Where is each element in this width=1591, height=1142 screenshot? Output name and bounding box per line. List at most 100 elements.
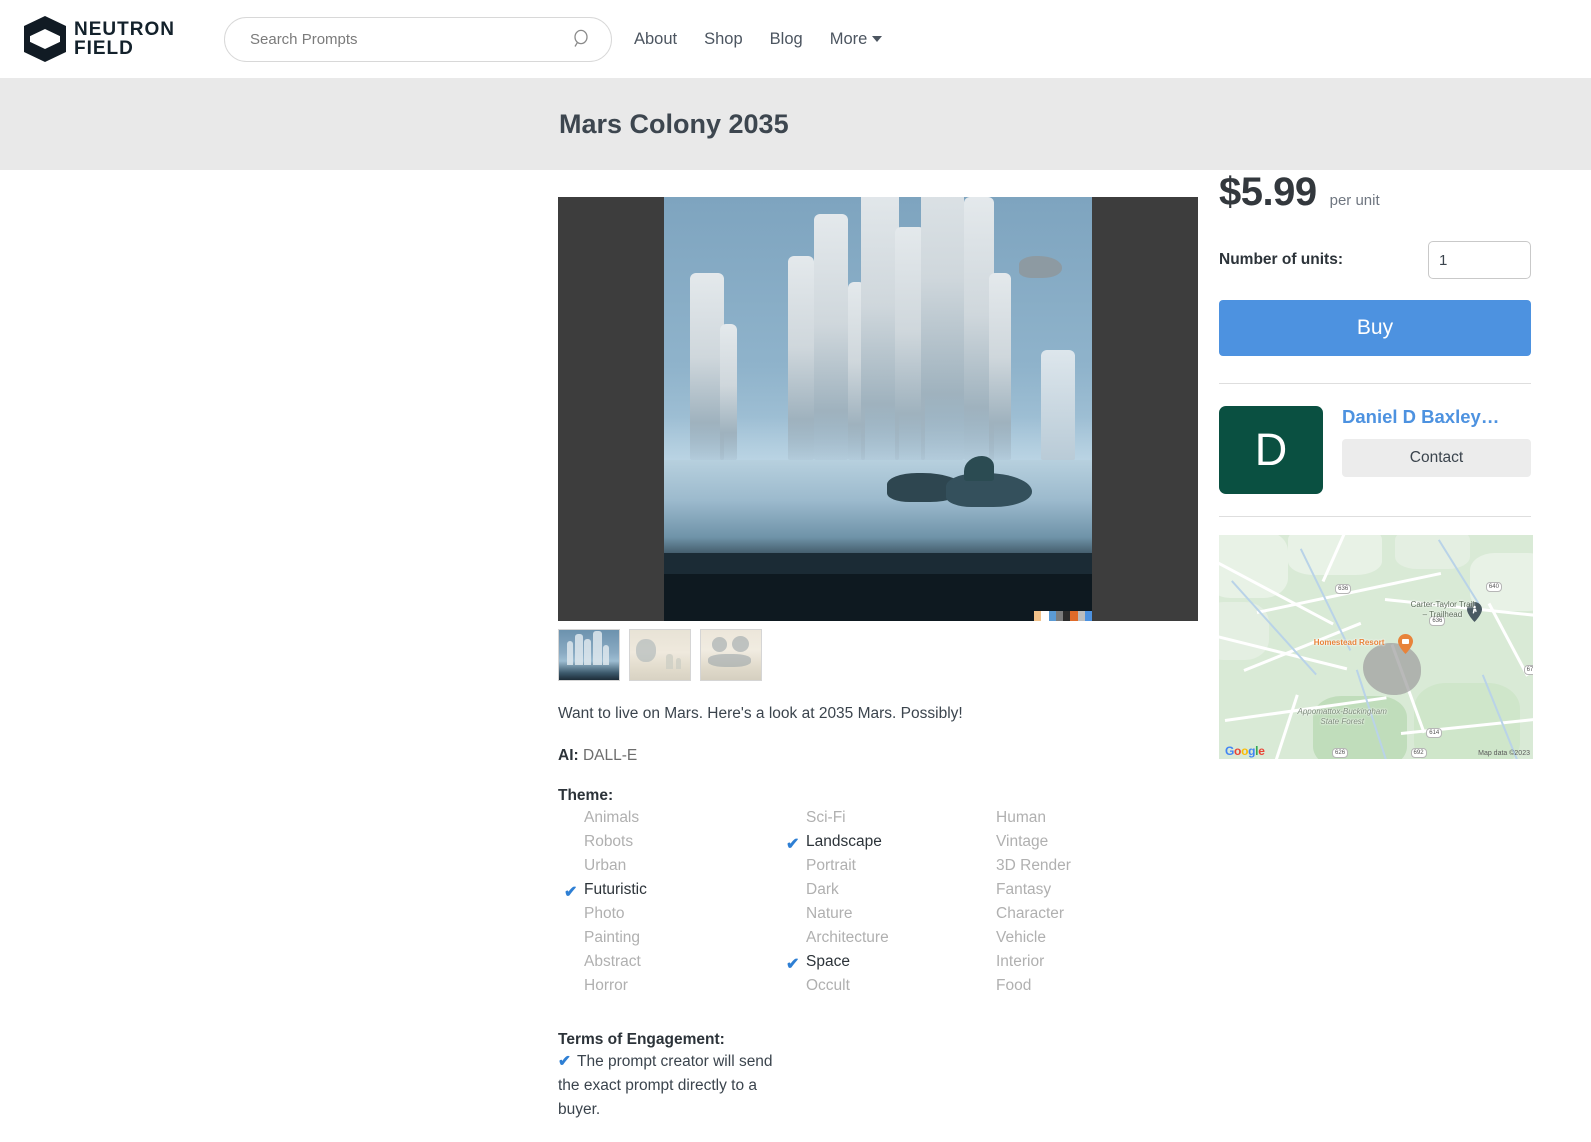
- resort-map-pin-icon[interactable]: [1398, 634, 1413, 654]
- theme-label: Vintage: [996, 833, 1048, 851]
- chevron-down-icon: [872, 36, 882, 42]
- map-attribution: Map data ©2023: [1478, 750, 1530, 757]
- seller-location-map[interactable]: 636 640 636 614 626 692 674 Homestead Re…: [1219, 535, 1533, 759]
- theme-item-dark[interactable]: ✔Dark: [780, 881, 970, 905]
- theme-item-urban[interactable]: ✔Urban: [558, 857, 780, 881]
- map-route-shield: 614: [1426, 728, 1442, 738]
- map-route-shield: 640: [1486, 582, 1502, 592]
- nav-links: About Shop Blog More: [634, 30, 882, 49]
- theme-column-2: ✔Sci-Fi ✔ Landscape ✔Portrait ✔Dark ✔Natu…: [780, 809, 970, 1001]
- terms-body: ✔The prompt creator will send the exact …: [558, 1050, 774, 1122]
- nav-link-shop-label: Shop: [704, 30, 743, 48]
- theme-item-animals[interactable]: ✔Animals: [558, 809, 780, 833]
- theme-item-vehicle[interactable]: ✔Vehicle: [970, 929, 1192, 953]
- thumbnail-strip: [558, 629, 1198, 681]
- theme-label: Futuristic: [584, 881, 647, 899]
- theme-item-fantasy[interactable]: ✔Fantasy: [970, 881, 1192, 905]
- brand-logo[interactable]: NEUTRON FIELD: [22, 15, 200, 63]
- brand-line-2: FIELD: [74, 39, 175, 58]
- theme-item-3d-render[interactable]: ✔3D Render: [970, 857, 1192, 881]
- theme-item-food[interactable]: ✔Food: [970, 977, 1192, 1001]
- check-icon: ✔: [564, 882, 577, 902]
- theme-label: Dark: [806, 881, 839, 899]
- theme-label: Photo: [584, 905, 625, 923]
- theme-item-robots[interactable]: ✔Robots: [558, 833, 780, 857]
- theme-item-space[interactable]: ✔Space: [780, 953, 970, 977]
- listing-description: Want to live on Mars. Here's a look at 2…: [558, 705, 1198, 723]
- theme-item-landscape[interactable]: ✔ Landscape: [780, 833, 970, 857]
- theme-section-label: Theme:: [558, 787, 1198, 805]
- theme-label: Space: [806, 953, 850, 971]
- map-label-carter-taylor-trail: Carter-Taylor Trail – Trailhead: [1407, 600, 1477, 620]
- ai-value: DALL-E: [583, 747, 637, 764]
- nav-link-more-label: More: [830, 30, 868, 48]
- theme-label: Fantasy: [996, 881, 1051, 899]
- theme-label: Sci-Fi: [806, 809, 846, 827]
- theme-item-futuristic[interactable]: ✔ Futuristic: [558, 881, 780, 905]
- thumbnail-1[interactable]: [558, 629, 620, 681]
- theme-label: Interior: [996, 953, 1044, 971]
- check-icon: ✔: [786, 834, 799, 854]
- buy-button[interactable]: Buy: [1219, 300, 1531, 356]
- units-row: Number of units:: [1219, 241, 1531, 279]
- ai-label: AI:: [558, 747, 579, 764]
- theme-label: Portrait: [806, 857, 856, 875]
- price-amount: $5.99: [1219, 170, 1317, 215]
- theme-label: Animals: [584, 809, 639, 827]
- page-title-band: Mars Colony 2035: [0, 78, 1591, 170]
- contact-button[interactable]: Contact: [1342, 439, 1531, 477]
- theme-item-nature[interactable]: ✔Nature: [780, 905, 970, 929]
- terms-text: The prompt creator will send the exact p…: [558, 1053, 773, 1118]
- theme-item-architecture[interactable]: ✔Architecture: [780, 929, 970, 953]
- theme-columns: ✔Animals ✔Robots ✔Urban ✔Futuristic ✔Pho…: [558, 809, 1198, 1001]
- theme-item-human[interactable]: ✔Human: [970, 809, 1192, 833]
- theme-item-scifi[interactable]: ✔Sci-Fi: [780, 809, 970, 833]
- theme-item-photo[interactable]: ✔Photo: [558, 905, 780, 929]
- ai-line: AI: DALL-E: [558, 747, 1198, 765]
- nav-link-blog-label: Blog: [770, 30, 803, 48]
- thumbnail-2[interactable]: [629, 629, 691, 681]
- seller-name-link[interactable]: Daniel D Baxley…: [1342, 406, 1531, 428]
- thumbnail-3[interactable]: [700, 629, 762, 681]
- hero-image[interactable]: [664, 197, 1092, 621]
- sidebar-divider-1: [1219, 383, 1531, 384]
- theme-item-occult[interactable]: ✔Occult: [780, 977, 970, 1001]
- theme-label: Robots: [584, 833, 633, 851]
- avatar[interactable]: D: [1219, 406, 1323, 494]
- nav-link-about-label: About: [634, 30, 677, 48]
- terms-title: Terms of Engagement:: [558, 1031, 1198, 1049]
- theme-label: Vehicle: [996, 929, 1046, 947]
- theme-item-vintage[interactable]: ✔Vintage: [970, 833, 1192, 857]
- nav-link-about[interactable]: About: [634, 30, 677, 49]
- theme-label: Landscape: [806, 833, 882, 851]
- brand-line-1: NEUTRON: [74, 20, 175, 39]
- brand-wordmark: NEUTRON FIELD: [74, 20, 175, 58]
- theme-label: Food: [996, 977, 1031, 995]
- map-route-shield: 692: [1411, 748, 1427, 758]
- theme-item-abstract[interactable]: ✔Abstract: [558, 953, 780, 977]
- theme-column-1: ✔Animals ✔Robots ✔Urban ✔ Futuristic ✔Pho…: [558, 809, 780, 1001]
- theme-label: Painting: [584, 929, 640, 947]
- page-content: Want to live on Mars. Here's a look at 2…: [0, 170, 1591, 1070]
- theme-label: Character: [996, 905, 1064, 923]
- theme-label: Horror: [584, 977, 628, 995]
- theme-item-interior[interactable]: ✔Interior: [970, 953, 1192, 977]
- map-route-shield: 626: [1332, 748, 1348, 758]
- theme-item-portrait[interactable]: ✔Portrait: [780, 857, 970, 881]
- purchase-sidebar: $5.99 per unit Number of units: Buy D Da…: [1219, 170, 1531, 759]
- theme-item-character[interactable]: ✔Character: [970, 905, 1192, 929]
- theme-item-horror[interactable]: ✔Horror: [558, 977, 780, 1001]
- search-container: [224, 17, 612, 62]
- nav-link-shop[interactable]: Shop: [704, 30, 743, 49]
- nav-link-blog[interactable]: Blog: [770, 30, 803, 49]
- price-row: $5.99 per unit: [1219, 170, 1531, 215]
- map-route-shield: 674: [1524, 665, 1533, 675]
- search-input[interactable]: [224, 17, 612, 62]
- check-icon: ✔: [558, 1053, 571, 1070]
- theme-label: Urban: [584, 857, 626, 875]
- theme-label: Abstract: [584, 953, 641, 971]
- units-input[interactable]: [1428, 241, 1531, 279]
- theme-item-painting[interactable]: ✔Painting: [558, 929, 780, 953]
- nav-link-more[interactable]: More: [830, 30, 883, 49]
- neutron-hex-logo-icon: [22, 15, 68, 63]
